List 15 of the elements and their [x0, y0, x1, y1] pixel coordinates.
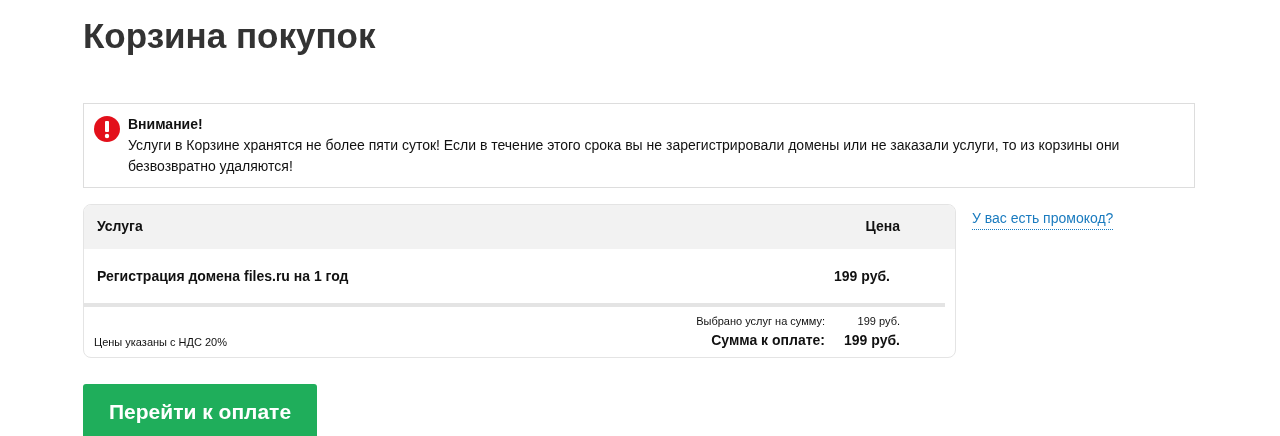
service-name: Регистрация домена files.ru на 1 год [97, 267, 349, 286]
warning-icon [94, 116, 120, 142]
alert-heading: Внимание! [128, 115, 204, 134]
subtotal-label: Выбрано услуг на сумму: [696, 314, 825, 329]
page-title: Корзина покупок [83, 15, 377, 57]
subtotal-value: 199 руб. [856, 314, 900, 329]
pay-button[interactable]: Перейти к оплате [83, 383, 318, 436]
alert-text: Услуги в Корзине хранятся не более пяти суток! Если в течение этого срока вы не зарегистрировали домены или не заказали услуги, то из корзины они безвозвратно удаляются! [128, 136, 1121, 176]
column-header: Услуга [97, 217, 143, 236]
total-label: Сумма к оплате: [710, 330, 825, 350]
promo-link[interactable]: У вас есть промокод? [972, 208, 1114, 230]
column-header: Цена [865, 217, 900, 236]
total-value: 199 руб. [843, 330, 900, 350]
vat-note: Цены указаны с НДС 20% [94, 335, 227, 350]
service-price: 199 руб. [834, 267, 890, 286]
